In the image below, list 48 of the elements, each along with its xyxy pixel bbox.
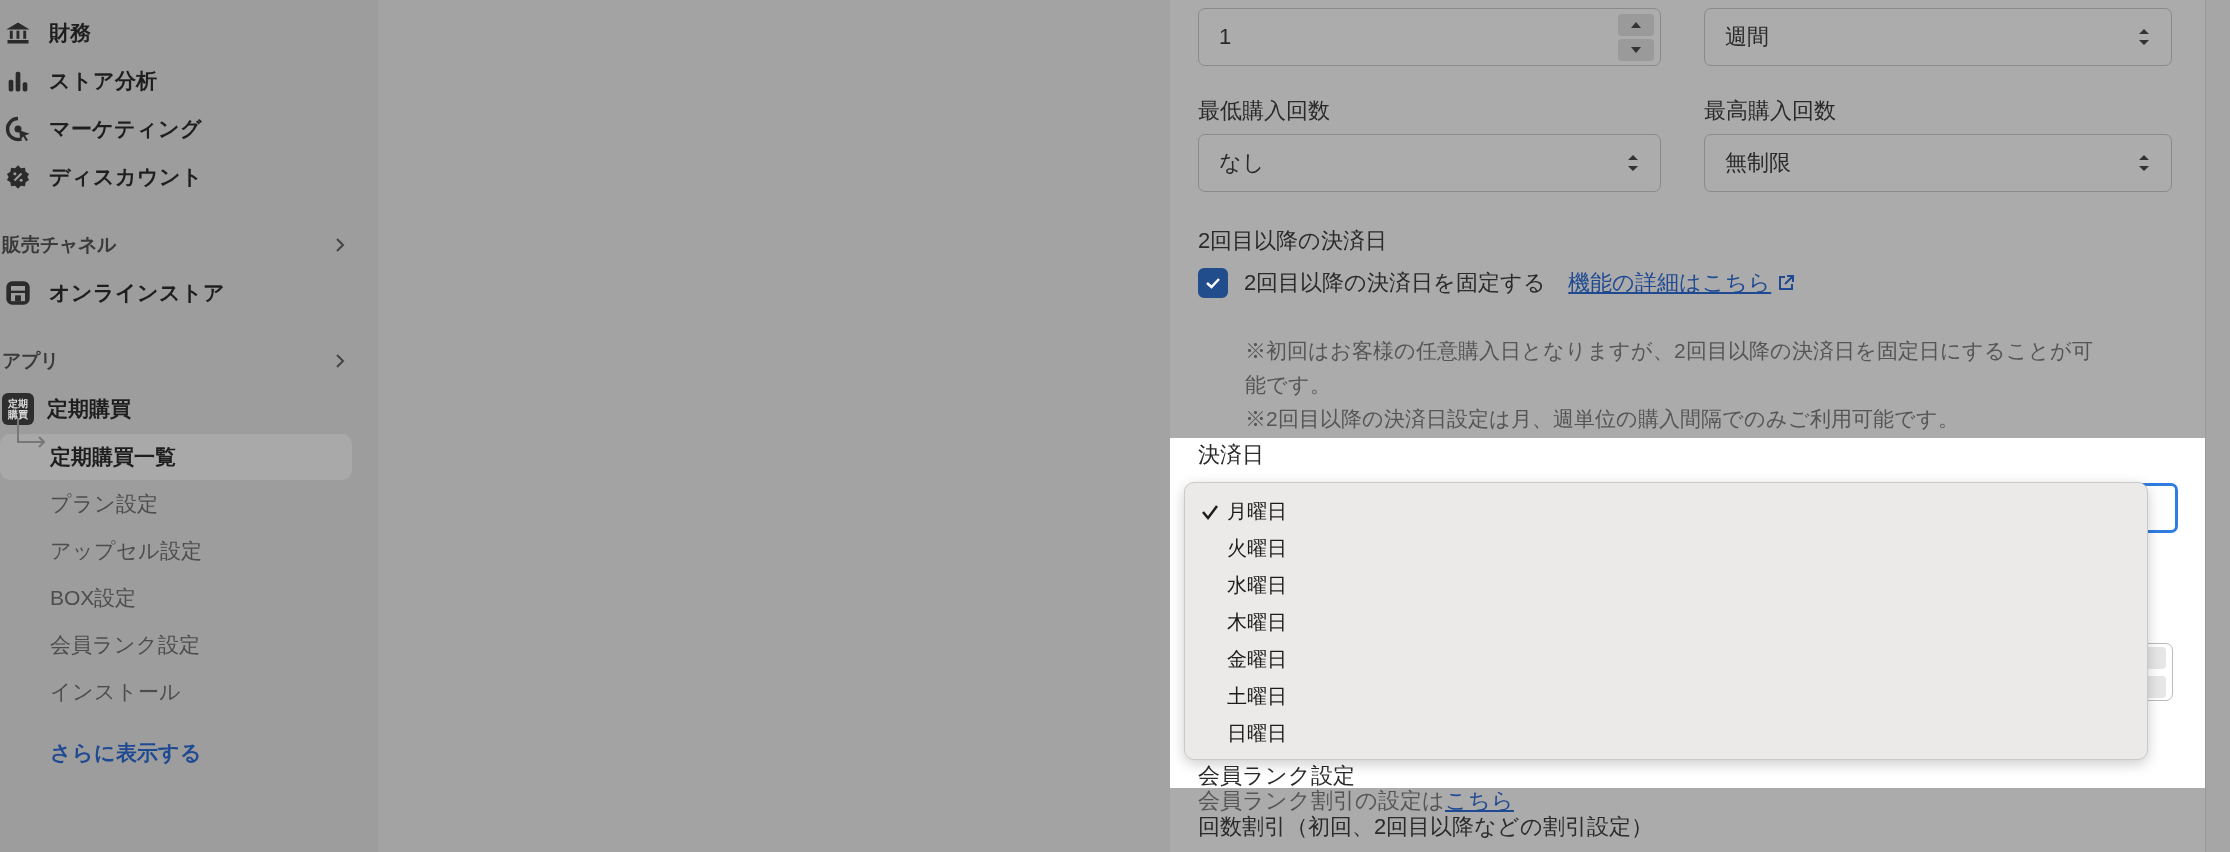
checkbox-label[interactable]: 2回目以降の決済日を固定する xyxy=(1244,268,1547,298)
dropdown-option[interactable]: 火曜日 xyxy=(1227,535,1287,562)
nav-item[interactable]: 定期購買 xyxy=(47,395,131,423)
dropdown-option[interactable]: 土曜日 xyxy=(1227,683,1287,710)
decrement-button[interactable] xyxy=(1618,38,1654,61)
caret-up-icon xyxy=(1631,21,1641,28)
max-purchases-select[interactable]: 無制限 xyxy=(1704,134,2172,192)
unit-select[interactable]: 週間 xyxy=(1704,8,2172,66)
sub-nav-item[interactable]: プラン設定 xyxy=(0,481,352,527)
show-more-link[interactable]: さらに表示する xyxy=(0,729,378,777)
section-heading: アプリ xyxy=(1,349,59,373)
badge-percent-icon[interactable] xyxy=(4,163,32,191)
dropdown-option[interactable]: 日曜日 xyxy=(1227,720,1287,747)
note-text: ※初回はお客様の任意購入日となりますが、2回目以降の決済日を固定日にすることが可能です。 xyxy=(1245,338,2094,398)
rank-discount-text: 会員ランク割引の設定は こちら xyxy=(1198,788,1515,814)
details-link[interactable]: 機能の詳細はこちら xyxy=(1568,268,1772,298)
app-logo: 定期購買 xyxy=(2,393,34,425)
note-text: ※2回目以降の決済日設定は月、週単位の購入間隔でのみご利用可能です。 xyxy=(1245,406,1960,432)
dropdown-option[interactable]: 水曜日 xyxy=(1227,572,1287,599)
nav-item[interactable]: ストア分析 xyxy=(49,67,157,95)
number-field[interactable]: 1 xyxy=(1198,8,1661,66)
field-label: 最低購入回数 xyxy=(1198,97,1331,124)
section-heading: 販売チャネル xyxy=(1,233,116,257)
nav-item[interactable]: 財務 xyxy=(49,19,91,47)
section-heading: 2回目以降の決済日 xyxy=(1198,227,1389,254)
rank-settings-link[interactable]: こちら xyxy=(1445,788,1514,813)
target-cursor-icon[interactable] xyxy=(4,115,32,143)
dropdown-option[interactable]: 木曜日 xyxy=(1227,609,1287,636)
increment-button[interactable] xyxy=(1618,13,1654,36)
field-label: 決済日 xyxy=(1198,444,1265,466)
min-purchases-select[interactable]: なし xyxy=(1198,134,1661,192)
caret-down-icon xyxy=(1631,46,1641,53)
section-heading: 回数割引（初回、2回目以降などの割引設定） xyxy=(1198,814,1655,840)
external-link-icon[interactable] xyxy=(1777,274,1796,292)
storefront-icon[interactable] xyxy=(4,279,32,307)
nav-item[interactable]: オンラインストア xyxy=(49,279,225,307)
nav-item[interactable]: マーケティング xyxy=(49,115,202,143)
sub-nav-item[interactable]: 定期購買一覧 xyxy=(0,434,352,480)
sub-nav-item[interactable]: 会員ランク設定 xyxy=(0,622,352,668)
nav-item[interactable]: ディスカウント xyxy=(49,163,203,191)
dropdown-option[interactable]: 月曜日 xyxy=(1227,498,1287,525)
dropdown-option[interactable]: 金曜日 xyxy=(1227,646,1287,673)
checkbox[interactable] xyxy=(1198,268,1228,298)
sub-nav-item[interactable]: BOX設定 xyxy=(0,575,352,621)
sub-nav-item[interactable]: アップセル設定 xyxy=(0,528,352,574)
sub-nav-item[interactable]: インストール xyxy=(0,669,352,715)
field-label: 最高購入回数 xyxy=(1704,97,1837,124)
section-heading: 会員ランク設定 xyxy=(1198,764,1355,788)
